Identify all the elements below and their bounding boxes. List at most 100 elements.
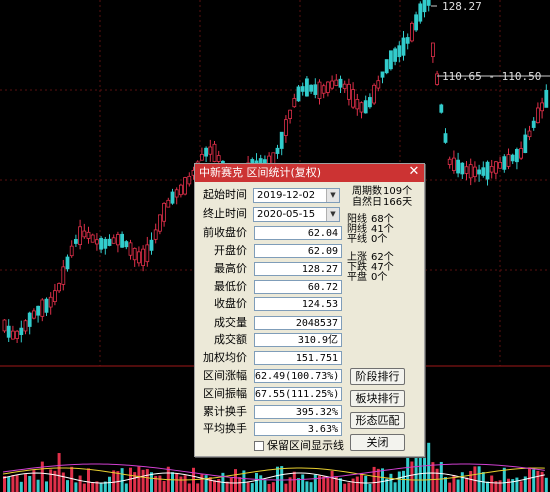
volume-bar — [431, 462, 435, 492]
candle-body — [208, 146, 213, 155]
candle-body — [288, 109, 293, 119]
volume-bar — [326, 476, 330, 492]
interval-gain-label: 区间涨幅 — [203, 369, 247, 382]
volume-bar — [82, 483, 86, 492]
volume-bar — [3, 476, 6, 492]
end-date-value: 2020-05-15 — [257, 209, 316, 220]
pattern-match-button[interactable]: 形态匹配 — [350, 412, 405, 429]
volume-bar — [410, 461, 414, 492]
close-button[interactable]: 关闭 — [350, 434, 405, 451]
candle-body — [296, 86, 301, 102]
chevron-down-icon[interactable]: ▼ — [326, 208, 339, 221]
keep-range-line-checkbox[interactable] — [254, 441, 264, 451]
end-date-picker[interactable]: 2020-05-15 ▼ — [253, 207, 340, 222]
volume-bar — [528, 467, 531, 492]
volume-bar — [439, 461, 443, 492]
candle-body — [409, 22, 414, 42]
candle-body — [103, 238, 108, 249]
candle-body — [485, 161, 490, 180]
volume-bar — [473, 466, 477, 492]
start-date-value: 2019-12-02 — [257, 190, 316, 201]
volume-bar — [460, 472, 464, 492]
interval-amplitude-value: 67.55(111.25%) — [254, 387, 342, 401]
candle-body — [536, 107, 540, 124]
candle-body — [456, 159, 461, 174]
volume-bar — [532, 469, 536, 492]
turnover-amount-value: 310.9亿 — [254, 333, 342, 347]
candle-body — [216, 155, 221, 162]
candle-body — [65, 256, 70, 270]
candle-body — [19, 327, 24, 336]
candle-body — [367, 97, 372, 108]
volume-bar — [196, 483, 200, 492]
volume-bar — [91, 482, 95, 492]
volume-bar — [381, 468, 384, 492]
volume-bar — [502, 467, 506, 492]
candle-body — [372, 84, 377, 104]
cumulative-turnover-value: 395.32% — [254, 405, 342, 419]
volume-bar — [108, 476, 111, 492]
volume-bar — [292, 471, 296, 492]
avg-turnover-label: 平均换手 — [203, 422, 247, 435]
candle-body — [355, 99, 360, 110]
volume-bar — [435, 468, 439, 492]
candle-body — [111, 237, 116, 244]
volume-bar — [372, 466, 376, 492]
candle-body — [90, 234, 95, 243]
volume-bar — [519, 481, 523, 492]
candle-body — [540, 102, 544, 112]
volume-bar — [49, 469, 53, 492]
volume-bar — [66, 480, 69, 492]
dialog-title: 中新赛克 区间统计(复权) — [199, 166, 322, 179]
volume-bar — [179, 476, 183, 492]
volume-bar — [99, 482, 103, 492]
volume-bar — [250, 483, 254, 492]
candle-body — [334, 79, 339, 86]
volume-bar — [397, 471, 401, 492]
dialog-titlebar[interactable]: 中新赛克 区间统计(复权) ✕ — [195, 164, 424, 182]
volume-bar — [309, 482, 313, 492]
volume-bar — [120, 468, 124, 492]
candle-body — [212, 143, 217, 162]
volume-bar — [187, 483, 191, 492]
candle-body — [515, 149, 519, 163]
volume-bar — [200, 474, 204, 492]
start-date-picker[interactable]: 2019-12-02 ▼ — [253, 188, 340, 203]
candle-body — [477, 169, 482, 175]
volume-bar — [376, 468, 380, 492]
candle-body — [36, 305, 40, 316]
chevron-down-icon[interactable]: ▼ — [326, 189, 339, 202]
volume-bar — [355, 476, 359, 492]
candle-body — [132, 247, 137, 261]
volume-bar — [267, 483, 271, 492]
volume-bar — [486, 481, 489, 492]
candle-body — [397, 45, 402, 58]
candle-body — [363, 100, 368, 114]
close-price-label: 收盘价 — [214, 297, 247, 310]
candle-body — [183, 177, 188, 195]
candle-body — [153, 229, 158, 240]
volume-bar — [124, 483, 128, 492]
close-icon[interactable]: ✕ — [407, 165, 421, 179]
candle-body — [275, 147, 280, 154]
candle-body — [498, 162, 503, 169]
sector-rank-button[interactable]: 板块排行 — [350, 390, 405, 407]
volume-bar — [208, 477, 212, 492]
candle-body — [95, 239, 99, 245]
candle-body — [346, 83, 351, 100]
range-price-label: 110.65 - 110.50 — [442, 70, 542, 83]
candle-body — [124, 241, 129, 248]
weighted-avg-value: 151.751 — [254, 351, 342, 365]
stage-rank-button[interactable]: 阶段排行 — [350, 368, 405, 385]
candle-body — [10, 330, 15, 340]
volume-bar — [145, 469, 149, 492]
prev-close-value: 62.04 — [254, 226, 342, 240]
candle-body — [380, 71, 385, 78]
candle-body — [489, 166, 494, 173]
candle-body — [443, 133, 448, 143]
volume-bar — [229, 477, 233, 492]
candle-body — [493, 161, 498, 174]
volume-bar — [53, 470, 57, 492]
candle-body — [317, 81, 322, 99]
candle-body — [292, 98, 297, 108]
